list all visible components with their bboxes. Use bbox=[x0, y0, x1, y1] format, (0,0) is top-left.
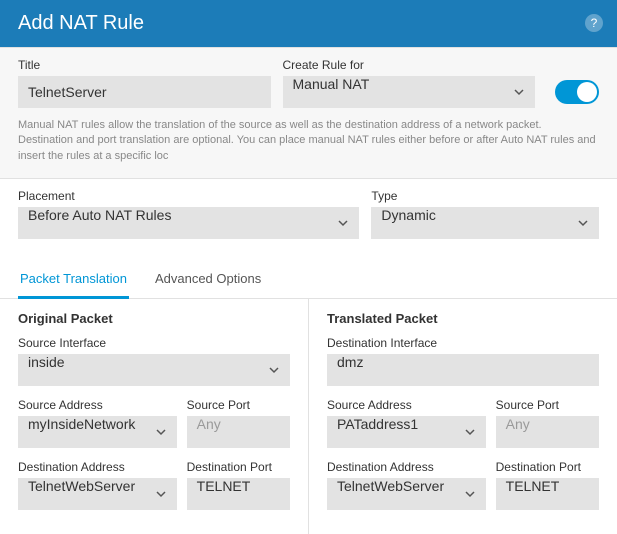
type-value: Dynamic bbox=[381, 207, 435, 223]
toggle-knob bbox=[577, 82, 597, 102]
type-select[interactable]: Dynamic bbox=[371, 207, 599, 239]
orig-dst-addr-label: Destination Address bbox=[18, 460, 177, 474]
orig-src-port-value: Any bbox=[197, 416, 221, 432]
orig-dst-addr-value: TelnetWebServer bbox=[28, 478, 135, 494]
tab-packet-translation[interactable]: Packet Translation bbox=[18, 261, 129, 299]
orig-dst-port-value: TELNET bbox=[197, 478, 251, 494]
trans-src-port-input[interactable]: Any bbox=[496, 416, 599, 448]
tabs: Packet Translation Advanced Options bbox=[0, 253, 617, 299]
placement-label: Placement bbox=[18, 189, 359, 203]
placement-value: Before Auto NAT Rules bbox=[28, 207, 171, 223]
orig-dst-addr-select[interactable]: TelnetWebServer bbox=[18, 478, 177, 510]
trans-dst-port-label: Destination Port bbox=[496, 460, 599, 474]
trans-src-addr-value: PATaddress1 bbox=[337, 416, 418, 432]
original-heading: Original Packet bbox=[18, 311, 290, 326]
orig-src-iface-select[interactable]: inside bbox=[18, 354, 290, 386]
trans-dst-addr-label: Destination Address bbox=[327, 460, 486, 474]
trans-src-addr-label: Source Address bbox=[327, 398, 486, 412]
orig-src-port-input[interactable]: Any bbox=[187, 416, 290, 448]
trans-dst-addr-value: TelnetWebServer bbox=[337, 478, 444, 494]
placement-section: Placement Before Auto NAT Rules Type Dyn… bbox=[0, 179, 617, 253]
orig-src-iface-label: Source Interface bbox=[18, 336, 290, 350]
rule-description: Manual NAT rules allow the translation o… bbox=[18, 118, 599, 164]
placement-select[interactable]: Before Auto NAT Rules bbox=[18, 207, 359, 239]
tab-advanced-options[interactable]: Advanced Options bbox=[153, 261, 263, 298]
packet-panels: Original Packet Source Interface inside … bbox=[0, 299, 617, 534]
orig-src-port-label: Source Port bbox=[187, 398, 290, 412]
orig-src-iface-value: inside bbox=[28, 354, 65, 370]
createfor-label: Create Rule for bbox=[283, 58, 536, 72]
trans-dst-iface-label: Destination Interface bbox=[327, 336, 599, 350]
title-label: Title bbox=[18, 58, 271, 72]
trans-dst-port-value: TELNET bbox=[506, 478, 560, 494]
title-input[interactable] bbox=[18, 76, 271, 108]
type-label: Type bbox=[371, 189, 599, 203]
help-icon[interactable]: ? bbox=[585, 14, 603, 32]
orig-dst-port-label: Destination Port bbox=[187, 460, 290, 474]
createfor-value: Manual NAT bbox=[293, 76, 370, 92]
original-packet-panel: Original Packet Source Interface inside … bbox=[0, 299, 308, 534]
orig-dst-port-input[interactable]: TELNET bbox=[187, 478, 290, 510]
dialog-header: Add NAT Rule ? bbox=[0, 0, 617, 47]
orig-src-addr-select[interactable]: myInsideNetwork bbox=[18, 416, 177, 448]
trans-dst-addr-select[interactable]: TelnetWebServer bbox=[327, 478, 486, 510]
trans-src-port-value: Any bbox=[506, 416, 530, 432]
trans-dst-iface-input[interactable]: dmz bbox=[327, 354, 599, 386]
dialog-title: Add NAT Rule bbox=[18, 12, 144, 34]
orig-src-addr-label: Source Address bbox=[18, 398, 177, 412]
translated-heading: Translated Packet bbox=[327, 311, 599, 326]
trans-dst-iface-value: dmz bbox=[337, 354, 363, 370]
top-section: Title Create Rule for Manual NAT Manual … bbox=[0, 47, 617, 179]
trans-src-port-label: Source Port bbox=[496, 398, 599, 412]
createfor-select[interactable]: Manual NAT bbox=[283, 76, 536, 108]
trans-dst-port-input[interactable]: TELNET bbox=[496, 478, 599, 510]
orig-src-addr-value: myInsideNetwork bbox=[28, 416, 135, 432]
trans-src-addr-select[interactable]: PATaddress1 bbox=[327, 416, 486, 448]
enable-toggle[interactable] bbox=[555, 80, 599, 104]
translated-packet-panel: Translated Packet Destination Interface … bbox=[308, 299, 617, 534]
